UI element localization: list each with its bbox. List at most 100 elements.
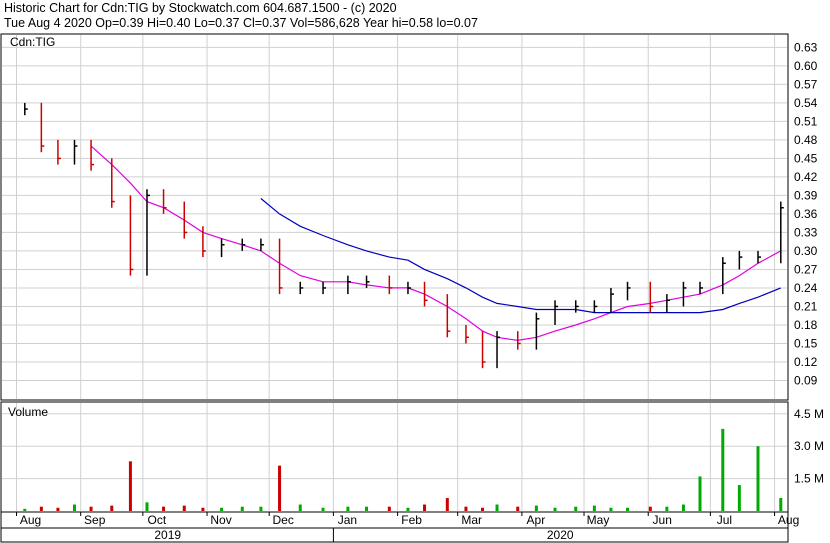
- volume-bar: [56, 507, 60, 511]
- price-panel: [0, 33, 789, 401]
- volume-bar: [182, 505, 186, 511]
- month-label: Sep: [84, 513, 106, 527]
- volume-bar: [406, 507, 410, 511]
- price-bar: [365, 275, 370, 288]
- volume-bar: [495, 504, 499, 511]
- volume-bar: [516, 506, 520, 511]
- volume-bar: [609, 507, 613, 511]
- volume-bar: [240, 506, 244, 511]
- price-tick-label: 0.45: [794, 151, 818, 165]
- price-tick-label: 0.30: [794, 244, 818, 258]
- volume-bar: [162, 506, 166, 511]
- price-tick-label: 0.27: [794, 262, 818, 276]
- volume-panel: [0, 401, 789, 513]
- price-tick-label: 0.15: [794, 336, 818, 350]
- price-tick-label: 0.51: [794, 114, 818, 128]
- volume-tick-label: 1.5 M: [794, 472, 824, 486]
- price-bar: [183, 201, 188, 239]
- volume-tick-label: 4.5 M: [794, 407, 824, 421]
- volume-bar: [365, 506, 369, 511]
- price-bar: [699, 281, 704, 295]
- volume-bar: [72, 504, 76, 511]
- volume-bar: [321, 507, 325, 511]
- volume-bar: [464, 506, 468, 511]
- volume-bar: [574, 506, 578, 511]
- price-bar: [446, 294, 451, 338]
- price-bar: [129, 195, 134, 276]
- year-label: 2020: [547, 528, 574, 542]
- price-bar: [682, 281, 687, 307]
- price-tick-label: 0.42: [794, 170, 818, 184]
- month-label: Jan: [338, 513, 357, 527]
- price-bar: [73, 139, 78, 165]
- moving-average-line: [260, 198, 782, 314]
- stock-chart: 0.09 0.12 0.15 0.18 0.21 0.24 0.27 0.30 0.33 0.36…: [0, 33, 824, 543]
- price-bar: [40, 102, 45, 153]
- price-bar: [299, 281, 304, 295]
- price-tick-label: 0.48: [794, 133, 818, 147]
- price-tick-label: 0.36: [794, 207, 818, 221]
- volume-bar: [278, 465, 282, 511]
- price-bar: [610, 287, 614, 313]
- price-tick-label: 0.12: [794, 355, 818, 369]
- month-label: Apr: [527, 513, 546, 527]
- price-bar: [162, 189, 167, 214]
- month-label: Jun: [653, 513, 672, 527]
- price-bar: [388, 275, 393, 295]
- volume-bar: [665, 506, 669, 511]
- volume-bar: [346, 506, 350, 511]
- price-bar: [202, 226, 206, 258]
- price-tick-label: 0.54: [794, 96, 818, 110]
- volume-bar: [201, 507, 205, 511]
- price-bar: [90, 139, 95, 171]
- price-tick-label: 0.18: [794, 318, 818, 332]
- volume-tick-label: 3.0 M: [794, 439, 824, 453]
- price-bar: [722, 257, 726, 295]
- volume-bar: [298, 504, 302, 511]
- price-tick-label: 0.21: [794, 299, 818, 313]
- volume-bar: [779, 498, 783, 511]
- volume-bar: [39, 506, 43, 511]
- price-bar: [535, 312, 540, 350]
- price-bar: [24, 102, 28, 116]
- month-label: Oct: [148, 513, 167, 527]
- volume-bar: [423, 504, 427, 511]
- month-label: Jul: [717, 513, 732, 527]
- chart-symbol-label: Cdn:TIG: [10, 35, 55, 49]
- volume-bar: [145, 502, 149, 511]
- moving-average-line: [90, 145, 782, 342]
- price-bar: [649, 281, 654, 313]
- price-tick-label: 0.57: [794, 77, 818, 91]
- volume-bar: [698, 476, 702, 511]
- price-bar: [347, 275, 351, 295]
- price-bar: [57, 139, 61, 165]
- volume-bar: [128, 461, 132, 511]
- volume-bar: [534, 505, 538, 511]
- price-bar: [554, 300, 559, 325]
- volume-bar: [592, 505, 596, 511]
- volume-panel-label: Volume: [8, 405, 48, 419]
- price-bar: [496, 331, 501, 369]
- month-label: Mar: [461, 513, 482, 527]
- year-axis: [0, 527, 789, 543]
- price-bar: [666, 294, 670, 313]
- price-tick-label: 0.09: [794, 373, 818, 387]
- volume-bar: [445, 498, 449, 511]
- price-tick-label: 0.60: [794, 59, 818, 73]
- price-tick-label: 0.39: [794, 188, 818, 202]
- price-tick-label: 0.33: [794, 225, 818, 239]
- volume-bar: [721, 428, 725, 511]
- month-label: Aug: [20, 513, 41, 527]
- volume-bar: [387, 506, 391, 511]
- price-tick-label: 0.63: [794, 40, 818, 54]
- volume-bar: [737, 485, 741, 511]
- price-bar: [407, 281, 411, 295]
- price-bar: [278, 238, 283, 295]
- volume-bar: [259, 506, 263, 511]
- price-bar: [738, 250, 743, 270]
- month-label: Feb: [401, 513, 422, 527]
- month-label: Aug: [778, 513, 799, 527]
- price-tick-label: 0.24: [794, 281, 818, 295]
- volume-bar: [220, 507, 224, 511]
- volume-bar: [553, 507, 557, 511]
